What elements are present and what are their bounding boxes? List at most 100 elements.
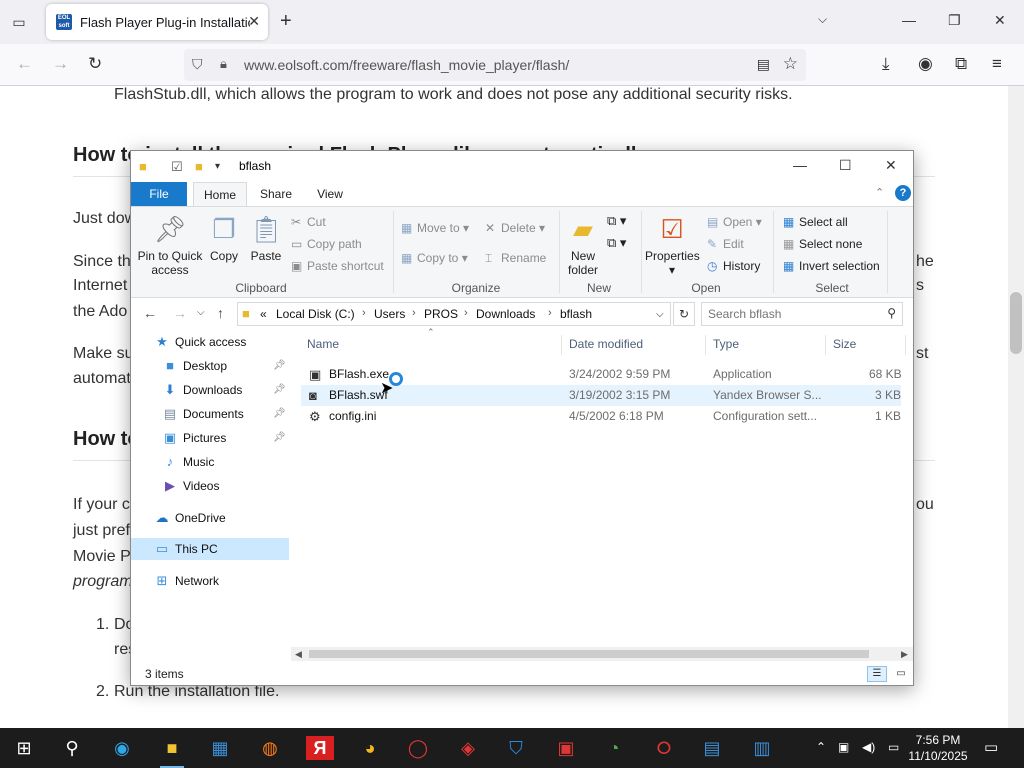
details-view-icon[interactable]: ☰ xyxy=(867,666,887,682)
scrollbar-thumb[interactable] xyxy=(1010,292,1022,354)
reload-icon[interactable]: ↻ xyxy=(88,54,102,74)
shield-browser-icon[interactable]: ⛉ xyxy=(502,736,530,760)
chrome-icon[interactable]: ◔ xyxy=(600,736,628,760)
breadcrumb-item[interactable]: Local Disk (C:) xyxy=(276,307,355,321)
recent-locations-icon[interactable]: ⌵ xyxy=(197,307,205,318)
browser-tab[interactable]: EOL soft Flash Player Plug-in Installati… xyxy=(46,4,268,40)
new-tab-icon[interactable]: + xyxy=(280,10,292,32)
column-header-type[interactable]: Type xyxy=(713,337,739,351)
file-explorer-icon[interactable]: ■ xyxy=(158,736,186,768)
rename-button[interactable]: ⌶ Rename xyxy=(485,251,546,266)
app-icon[interactable]: ▤ xyxy=(698,736,726,760)
close-window-icon[interactable]: ✕ xyxy=(994,12,1006,29)
yandex-icon[interactable]: Я xyxy=(306,736,334,760)
breadcrumb-separator-icon[interactable]: › xyxy=(548,307,552,319)
horizontal-scrollbar[interactable]: ◀ ▶ xyxy=(291,647,913,661)
delete-button[interactable]: ✕ Delete ▾ xyxy=(485,221,545,235)
history-button[interactable]: ◷ History xyxy=(707,259,760,273)
paste-button[interactable]: 📋︎ Paste xyxy=(247,213,285,263)
breadcrumb-separator-icon[interactable]: › xyxy=(362,307,366,319)
scroll-right-icon[interactable]: ▶ xyxy=(901,647,908,661)
chrome-canary-icon[interactable]: ◕ xyxy=(356,736,384,760)
column-divider[interactable] xyxy=(825,335,826,355)
explorer-address-bar[interactable]: ■ « Local Disk (C:) › Users › PROS › Dow… xyxy=(237,302,671,326)
explorer-minimize-icon[interactable]: — xyxy=(793,157,807,173)
bookmark-star-icon[interactable]: ☆ xyxy=(783,54,798,74)
column-header-size[interactable]: Size xyxy=(833,337,856,351)
scrollbar-thumb[interactable] xyxy=(309,650,869,658)
up-icon[interactable]: ↑ xyxy=(217,305,224,321)
refresh-icon[interactable]: ↻ xyxy=(673,302,695,326)
pin-quick-access-button[interactable]: 📌︎ Pin to Quick access xyxy=(135,213,205,277)
explorer-maximize-icon[interactable]: ☐ xyxy=(839,157,852,174)
app-icon[interactable]: ▥ xyxy=(748,736,776,760)
account-icon[interactable]: ◉ xyxy=(918,54,933,74)
lock-icon[interactable]: 🔒︎ xyxy=(220,56,227,72)
open-button[interactable]: ▤ Open ▾ xyxy=(707,215,762,229)
column-divider[interactable] xyxy=(905,335,906,355)
back-icon[interactable]: ← xyxy=(16,54,33,74)
tray-chevron-icon[interactable]: ⌃ xyxy=(816,740,826,754)
system-clock[interactable]: 7:56 PM 11/10/2025 xyxy=(908,732,968,764)
breadcrumb-item[interactable]: Users xyxy=(374,307,405,321)
collapse-ribbon-icon[interactable]: ⌃ xyxy=(875,186,884,199)
menu-icon[interactable]: ≡ xyxy=(992,54,1002,74)
chevron-down-icon[interactable]: ⌵ xyxy=(818,12,827,27)
breadcrumb-separator-icon[interactable]: › xyxy=(464,307,468,319)
volume-icon[interactable]: ◀) xyxy=(862,740,875,754)
properties-qa-icon[interactable]: ☑ xyxy=(171,159,183,175)
breadcrumb-item[interactable]: PROS xyxy=(424,307,458,321)
forward-icon[interactable]: → xyxy=(52,54,69,74)
reader-view-icon[interactable]: ▤ xyxy=(757,56,770,73)
search-input[interactable] xyxy=(708,306,878,322)
address-dropdown-icon[interactable]: ⌵ xyxy=(656,309,664,320)
copy-to-button[interactable]: ▦ Copy to ▾ xyxy=(401,251,468,265)
maximize-icon[interactable]: ❐ xyxy=(948,12,961,29)
select-none-button[interactable]: ▦ Select none xyxy=(783,237,862,251)
tab-file[interactable]: File xyxy=(131,182,187,206)
properties-button[interactable]: ☑ Properties ▾ xyxy=(645,213,700,277)
breadcrumb-overflow[interactable]: « xyxy=(260,307,267,321)
shield-icon[interactable]: ⛉ xyxy=(192,56,203,73)
search-icon[interactable]: ⚲ xyxy=(58,736,86,760)
nav-item-this-pc[interactable]: ▭ This PC xyxy=(131,538,289,560)
explorer-close-icon[interactable]: ✕ xyxy=(885,157,897,174)
new-item-icon[interactable]: ⧉ ▾ xyxy=(607,213,626,229)
search-icon[interactable]: ⚲ xyxy=(887,306,896,320)
column-divider[interactable] xyxy=(561,335,562,355)
url-text[interactable]: www.eolsoft.com/freeware/flash_movie_pla… xyxy=(244,57,569,73)
invert-selection-button[interactable]: ▦ Invert selection xyxy=(783,259,880,273)
tab-home[interactable]: Home xyxy=(193,182,247,206)
breadcrumb-item[interactable]: bflash xyxy=(560,307,592,321)
breadcrumb-item[interactable]: Downloads xyxy=(476,307,535,321)
help-icon[interactable]: ? xyxy=(895,185,911,201)
page-scrollbar[interactable] xyxy=(1008,86,1024,728)
windows-start-icon[interactable]: ⊞ xyxy=(10,736,38,760)
notifications-icon[interactable]: ▭ xyxy=(984,738,998,756)
extensions-icon[interactable]: ⧉ xyxy=(955,54,967,74)
file-row[interactable]: ⚙ config.ini 4/5/2002 6:18 PM Configurat… xyxy=(301,406,901,427)
tab-list-icon[interactable]: ▭ xyxy=(8,12,30,32)
vivaldi-icon[interactable]: ◈ xyxy=(454,736,482,760)
opera-gx-icon[interactable]: ⭘ xyxy=(650,736,678,760)
tab-share[interactable]: Share xyxy=(251,182,301,206)
explorer-back-icon[interactable]: ← xyxy=(143,305,157,321)
select-all-button[interactable]: ▦ Select all xyxy=(783,215,848,229)
download-icon[interactable]: ⤓ xyxy=(882,54,890,74)
close-tab-icon[interactable]: ✕ xyxy=(248,13,260,30)
move-to-button[interactable]: ▦ Move to ▾ xyxy=(401,221,469,235)
paste-shortcut-button[interactable]: ▣ Paste shortcut xyxy=(291,259,384,273)
search-box[interactable]: ⚲ xyxy=(701,302,903,326)
column-header-name[interactable]: Name xyxy=(307,337,339,351)
customize-qa-icon[interactable]: ▾ xyxy=(215,161,220,172)
easy-access-icon[interactable]: ⧉ ▾ xyxy=(607,235,626,251)
store-icon[interactable]: ▦ xyxy=(206,736,234,760)
edit-button[interactable]: ✎ Edit xyxy=(707,237,744,251)
address-bar[interactable]: ⛉ 🔒︎ www.eolsoft.com/freeware/flash_movi… xyxy=(184,49,806,81)
copy-path-button[interactable]: ▭ Copy path xyxy=(291,237,362,251)
network-tray-icon[interactable]: ▭ xyxy=(888,740,899,754)
minimize-icon[interactable]: — xyxy=(902,12,916,28)
tab-view[interactable]: View xyxy=(305,182,355,206)
firefox-icon[interactable]: ◍ xyxy=(256,736,284,760)
edge-icon[interactable]: ◉ xyxy=(108,736,136,760)
